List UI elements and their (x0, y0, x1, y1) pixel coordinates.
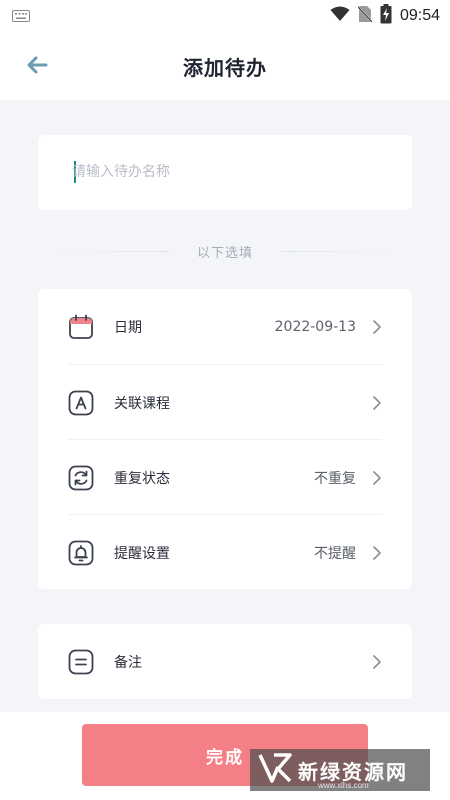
header: 添加待办 (0, 32, 450, 100)
todo-name-card (38, 135, 412, 210)
watermark-logo-icon (258, 753, 292, 787)
option-label-repeat: 重复状态 (114, 470, 170, 487)
no-sim-icon (357, 5, 373, 27)
options-card: 日期 2022-09-13 关联课程 重复状态 不重复 提醒设置 不提醒 (38, 289, 412, 589)
option-value-date: 2022-09-13 (274, 318, 356, 335)
page-title: 添加待办 (183, 55, 267, 80)
option-value-repeat: 不重复 (314, 470, 356, 487)
chevron-right-icon (372, 545, 382, 560)
chevron-right-icon (372, 654, 382, 669)
option-row-notes[interactable]: 备注 (68, 624, 382, 699)
notes-icon (68, 649, 94, 675)
option-value-reminder: 不提醒 (314, 545, 356, 562)
chevron-right-icon (372, 319, 382, 334)
option-label-date: 日期 (114, 319, 142, 336)
optional-divider: 以下选填 (60, 240, 391, 262)
todo-name-input[interactable] (72, 157, 382, 187)
option-label-course: 关联课程 (114, 395, 170, 412)
chevron-right-icon (372, 470, 382, 485)
status-bar: 09:54 (0, 0, 450, 32)
arrow-left-icon (26, 56, 48, 78)
repeat-icon (68, 465, 94, 491)
divider-line-left (60, 250, 169, 252)
calendar-icon (68, 314, 94, 340)
watermark-url: www.xlhs.com (318, 781, 369, 790)
wifi-icon (330, 6, 350, 26)
battery-charging-icon (380, 4, 392, 28)
chevron-right-icon (372, 395, 382, 410)
divider-line-right (281, 250, 391, 252)
course-a-icon (68, 390, 94, 416)
status-time: 09:54 (399, 7, 440, 24)
optional-label: 以下选填 (197, 245, 254, 261)
bell-icon (68, 540, 94, 566)
option-row-reminder[interactable]: 提醒设置 不提醒 (68, 515, 382, 590)
back-button[interactable] (22, 52, 52, 82)
option-label-notes: 备注 (114, 654, 142, 671)
option-label-reminder: 提醒设置 (114, 545, 170, 562)
option-row-date[interactable]: 日期 2022-09-13 (68, 289, 382, 364)
option-row-repeat[interactable]: 重复状态 不重复 (68, 440, 382, 515)
notes-card: 备注 (38, 624, 412, 699)
option-row-course[interactable]: 关联课程 (68, 365, 382, 440)
keyboard-icon (12, 7, 30, 26)
